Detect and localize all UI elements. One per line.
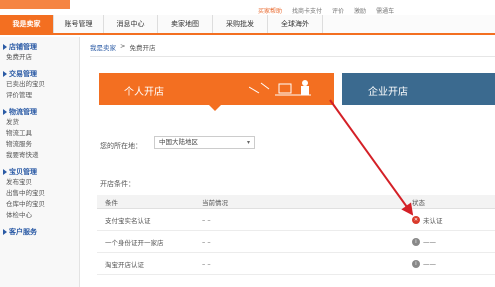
status-text[interactable]: 未认证 <box>423 215 443 225</box>
row-condition: 一个身份证开一家店 <box>105 238 164 247</box>
table-row: 支付宝实名认证 – – ✕ 未认证 <box>97 209 495 231</box>
top-link[interactable]: 找商卡支付 <box>292 6 322 15</box>
company-shop-card[interactable]: 企业开店 <box>342 73 495 105</box>
triangle-icon <box>3 108 7 115</box>
sidebar-item-publish[interactable]: 发布宝贝 <box>0 177 79 188</box>
top-link[interactable]: 激励 <box>354 6 366 15</box>
sidebar-item-service[interactable]: 物流服务 <box>0 139 79 150</box>
main-nav: 我是卖家 账号管理 消息中心 卖家地图 采购批发 全球海外 <box>0 15 495 35</box>
table-row: 一个身份证开一家店 – – i —— <box>97 231 495 253</box>
tab-seller-map[interactable]: 卖家地图 <box>158 15 213 33</box>
selected-notch <box>209 105 221 111</box>
sidebar-item-reviews[interactable]: 评价管理 <box>0 90 79 101</box>
sidebar-heading[interactable]: 宝贝管理 <box>0 166 79 177</box>
tab-wholesale[interactable]: 采购批发 <box>213 15 268 33</box>
table-header: 条件 当前情况 状态 <box>97 195 495 209</box>
row-condition: 支付宝实名认证 <box>105 216 151 225</box>
region-select[interactable]: 中国大陆地区 ▾ <box>154 136 255 149</box>
breadcrumb-current: 免费开店 <box>129 44 156 52</box>
sidebar-item-free-shop[interactable]: 免费开店 <box>0 52 79 63</box>
top-strip: 买家帮助 找商卡支付 评价 激励 需通车 <box>0 0 495 15</box>
region-label: 您的所在地： <box>100 142 142 150</box>
row-current: – – <box>202 215 211 224</box>
personal-shop-card[interactable]: 个人开店 <box>99 73 334 111</box>
triangle-icon <box>3 70 7 77</box>
top-links: 买家帮助 找商卡支付 评价 激励 需通车 <box>258 6 394 15</box>
region-value: 中国大陆地区 <box>159 138 198 146</box>
sidebar-heading[interactable]: 物流管理 <box>0 106 79 117</box>
sidebar-group-trade: 交易管理 已卖出的宝贝 评价管理 <box>0 68 79 101</box>
sidebar-item-tools[interactable]: 物流工具 <box>0 128 79 139</box>
sidebar-group-shop: 店铺管理 免费开店 <box>0 41 79 63</box>
table-row: 淘宝开店认证 – – i —— <box>97 253 495 275</box>
sidebar-heading[interactable]: 店铺管理 <box>0 41 79 52</box>
desk-illustration-icon <box>249 80 311 96</box>
header-status: 状态 <box>412 198 425 207</box>
row-status: i —— <box>412 231 436 252</box>
breadcrumb-separator: > <box>120 42 126 50</box>
info-icon: i <box>412 259 420 268</box>
sidebar-group-items: 宝贝管理 发布宝贝 出售中的宝贝 仓库中的宝贝 体检中心 <box>0 166 79 221</box>
main-content: 我是卖家 > 免费开店 个人开店 企业开店 您的所在地： 中国大陆地区 ▾ 开店… <box>80 37 495 287</box>
triangle-icon <box>3 168 7 175</box>
sidebar-item-warehouse[interactable]: 仓库中的宝贝 <box>0 199 79 210</box>
sidebar-item-sold[interactable]: 已卖出的宝贝 <box>0 79 79 90</box>
breadcrumb: 我是卖家 > 免费开店 <box>90 42 155 52</box>
triangle-icon <box>3 43 7 50</box>
triangle-icon <box>3 228 7 235</box>
top-link[interactable]: 需通车 <box>376 6 394 15</box>
error-icon: ✕ <box>412 215 420 224</box>
sidebar-item-check[interactable]: 体检中心 <box>0 210 79 221</box>
info-icon: i <box>412 237 420 246</box>
row-status: ✕ 未认证 <box>412 209 443 230</box>
chevron-down-icon: ▾ <box>246 139 250 146</box>
top-link[interactable]: 评价 <box>332 6 344 15</box>
tab-global[interactable]: 全球海外 <box>268 15 323 33</box>
divider <box>90 56 495 57</box>
top-link[interactable]: 买家帮助 <box>258 6 282 15</box>
row-current: – – <box>202 259 211 268</box>
conditions-table: 条件 当前情况 状态 支付宝实名认证 – – ✕ 未认证 一个身份证开一家店 –… <box>97 195 495 275</box>
row-status: i —— <box>412 253 436 274</box>
header-current: 当前情况 <box>202 198 228 207</box>
sidebar-item-on-sale[interactable]: 出售中的宝贝 <box>0 188 79 199</box>
status-text: —— <box>423 237 436 246</box>
sidebar-item-ship[interactable]: 发货 <box>0 117 79 128</box>
sidebar-group-logistics: 物流管理 发货 物流工具 物流服务 我要寄快递 <box>0 106 79 161</box>
sidebar-heading[interactable]: 客户服务 <box>0 226 79 237</box>
company-shop-title: 企业开店 <box>368 87 408 98</box>
conditions-title: 开店条件： <box>100 180 135 188</box>
sidebar: 店铺管理 免费开店 交易管理 已卖出的宝贝 评价管理 物流管理 发货 物流工具 … <box>0 37 80 287</box>
sidebar-item-express[interactable]: 我要寄快递 <box>0 150 79 161</box>
tab-seller[interactable]: 我是卖家 <box>0 15 54 33</box>
row-condition: 淘宝开店认证 <box>105 260 144 269</box>
status-text: —— <box>423 259 436 268</box>
sidebar-heading[interactable]: 交易管理 <box>0 68 79 79</box>
personal-shop-title: 个人开店 <box>124 87 164 98</box>
row-current: – – <box>202 237 211 246</box>
sidebar-group-customer: 客户服务 <box>0 226 79 237</box>
tab-account[interactable]: 账号管理 <box>54 15 104 33</box>
tab-messages[interactable]: 消息中心 <box>104 15 158 33</box>
header-condition: 条件 <box>105 198 118 207</box>
site-logo <box>0 0 70 9</box>
breadcrumb-home[interactable]: 我是卖家 <box>90 42 116 52</box>
